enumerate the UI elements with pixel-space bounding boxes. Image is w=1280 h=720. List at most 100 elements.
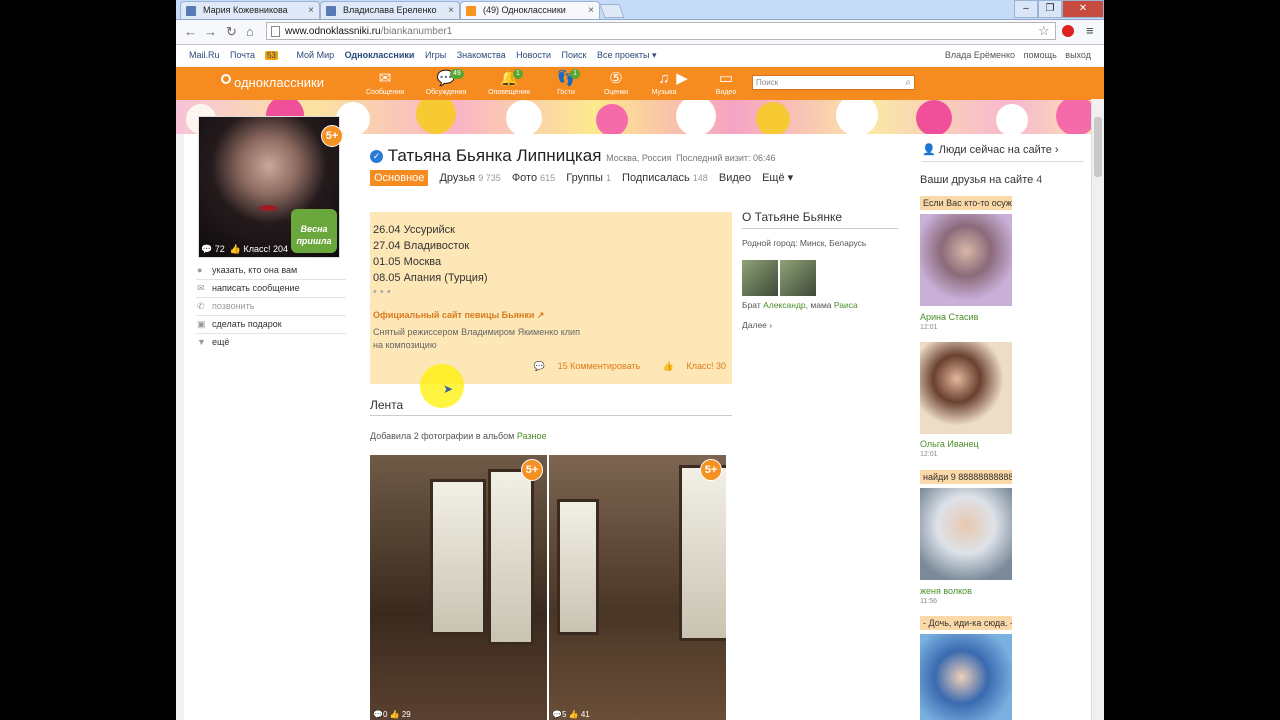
friend-status[interactable]: - Дочь, иди-ка сюда. - xyxy=(920,616,1012,630)
action-call[interactable]: ✆ позвонить xyxy=(196,298,346,316)
tab-subscriptions[interactable]: Подписалась 148 xyxy=(622,172,708,184)
feed-photo[interactable]: 5+ 💬5 👍 41 xyxy=(549,455,726,720)
tab-count: 9 735 xyxy=(478,173,501,183)
address-bar[interactable]: www.odnoklassniki.ru/biankanumber1 xyxy=(266,22,1056,40)
friend-status[interactable]: Если Вас кто-то осуж xyxy=(920,196,1012,210)
reload-icon[interactable]: ↻ xyxy=(226,24,237,40)
nav-label: Обсуждения xyxy=(425,89,467,96)
friend-status[interactable]: найди 9 88888888888 xyxy=(920,470,1012,484)
friend-name[interactable]: Арина Стасив xyxy=(920,312,978,322)
minimize-icon[interactable]: – xyxy=(1014,0,1038,18)
close-tab-icon[interactable]: × xyxy=(448,2,454,19)
nav-guests[interactable]: 👣 1 Гости xyxy=(544,69,588,96)
tab-photos[interactable]: Фото 615 xyxy=(512,172,555,184)
photo-comments[interactable]: 5 xyxy=(562,710,566,719)
portal-link-mail[interactable]: Почта 53 xyxy=(230,50,286,60)
home-icon[interactable]: ⌂ xyxy=(246,24,254,39)
relative-link[interactable]: Александр xyxy=(763,300,806,310)
relative-link[interactable]: Раиса xyxy=(834,300,858,310)
bookmark-star-icon[interactable]: ☆ xyxy=(1038,23,1050,39)
tab-more[interactable]: Ещё ▾ xyxy=(762,172,793,184)
forward-icon[interactable]: → xyxy=(204,24,217,39)
comment-button[interactable]: 💬 15 Комментировать xyxy=(524,361,640,371)
search-input[interactable]: Поиск ⌕ xyxy=(752,75,915,90)
portal-link[interactable]: Все проекты ▾ xyxy=(597,50,657,60)
portal-link[interactable]: Mail.Ru xyxy=(189,50,220,60)
action-message[interactable]: ✉ написать сообщение xyxy=(196,280,346,298)
tab-friends[interactable]: Друзья 9 735 xyxy=(439,172,500,184)
about-more-link[interactable]: Далее › xyxy=(742,320,772,330)
page-scrollbar[interactable] xyxy=(1091,99,1104,720)
avatar-comments[interactable]: 72 xyxy=(215,244,225,254)
browser-tab[interactable]: Мария Кожевникова × xyxy=(180,1,320,19)
portal-link[interactable]: Новости xyxy=(516,50,551,60)
mail-count-badge: 53 xyxy=(265,51,278,60)
search-icon[interactable]: ⌕ xyxy=(905,76,911,89)
nav-video[interactable]: ▭ Видео xyxy=(704,69,748,96)
relative-avatar[interactable] xyxy=(780,260,816,296)
music-play-button[interactable]: ▶ xyxy=(667,69,697,89)
envelope-icon: ✉ xyxy=(197,283,205,293)
close-tab-icon[interactable]: × xyxy=(588,2,594,19)
photo-likes[interactable]: 29 xyxy=(402,710,411,719)
feed-photo[interactable]: 5+ 💬0 👍 29 xyxy=(370,455,547,720)
help-link[interactable]: помощь xyxy=(1024,50,1057,60)
new-tab-button[interactable] xyxy=(599,4,625,18)
current-user-link[interactable]: Влада Ерёменко xyxy=(945,50,1015,60)
photo-comments[interactable]: 0 xyxy=(383,710,387,719)
portal-link-current[interactable]: Одноклассники xyxy=(345,50,415,60)
hometown: Родной город: Минск, Беларусь xyxy=(742,238,867,248)
close-window-icon[interactable]: ✕ xyxy=(1062,0,1104,18)
tab-groups[interactable]: Группы 1 xyxy=(566,172,611,184)
portal-link[interactable]: Поиск xyxy=(562,50,587,60)
status-ellipsis[interactable]: • • • xyxy=(373,286,391,298)
photo-stats: 💬0 👍 29 xyxy=(373,710,411,719)
like-icon: 👍 xyxy=(568,710,579,719)
people-online-link[interactable]: 👤 Люди сейчас на сайте › xyxy=(922,143,1084,162)
profile-actions: ● указать, кто она вам ✉ написать сообщени… xyxy=(196,262,346,351)
portal-link[interactable]: Знакомства xyxy=(457,50,506,60)
avatar-class[interactable]: Класс! 204 xyxy=(244,244,289,254)
friend-avatar[interactable] xyxy=(920,342,1012,434)
portal-link[interactable]: Игры xyxy=(425,50,446,60)
avatar-detail xyxy=(259,205,277,211)
friend-avatar[interactable] xyxy=(920,488,1012,580)
class-button[interactable]: 👍 Класс! 30 xyxy=(653,361,726,371)
youtube-favicon-icon xyxy=(186,6,196,16)
nav-discussions[interactable]: 💬 49 Обсуждения xyxy=(424,69,468,96)
friend-avatar[interactable] xyxy=(920,214,1012,306)
relatives: Брат Александр, мама Раиса xyxy=(742,300,858,310)
nav-ratings[interactable]: ⑤ Оценки xyxy=(594,69,638,96)
extension-icon[interactable] xyxy=(1062,25,1074,37)
nav-count-badge: 1 xyxy=(513,69,523,79)
back-icon[interactable]: ← xyxy=(184,24,197,39)
action-gift[interactable]: ▣ сделать подарок xyxy=(196,316,346,334)
scrollbar-thumb[interactable] xyxy=(1094,117,1102,177)
photo-likes[interactable]: 41 xyxy=(581,710,590,719)
menu-icon[interactable]: ≡ xyxy=(1086,23,1094,38)
feed-entry-prefix: Добавила 2 фотографии в альбом xyxy=(370,431,515,441)
class-label: Класс! 30 xyxy=(686,361,726,371)
relative-avatar[interactable] xyxy=(742,260,778,296)
album-link[interactable]: Разное xyxy=(517,431,547,441)
action-more[interactable]: ▼ ещё xyxy=(196,334,346,351)
comment-icon: 💬 xyxy=(533,361,546,371)
tab-video[interactable]: Видео xyxy=(719,172,751,184)
portal-link[interactable]: Мой Мир xyxy=(296,50,334,60)
nav-messages[interactable]: ✉ Сообщения xyxy=(363,69,407,96)
maximize-icon[interactable]: ❐ xyxy=(1038,0,1062,18)
friend-avatar[interactable] xyxy=(920,634,1012,720)
ok-logo[interactable]: одноклассники xyxy=(218,74,324,90)
friend-name[interactable]: Ольга Иванец xyxy=(920,439,979,449)
official-site-link[interactable]: Официальный сайт певицы Бьянки ↗ xyxy=(373,310,544,321)
friend-name[interactable]: женя волков xyxy=(920,586,972,596)
profile-avatar[interactable]: 5+ Весна пришла 💬 72 👍 Класс! 204 xyxy=(198,116,343,258)
action-relation[interactable]: ● указать, кто она вам xyxy=(196,262,346,280)
tab-main[interactable]: Основное xyxy=(370,170,429,186)
nav-notifications[interactable]: 🔔 1 Оповещения xyxy=(487,69,531,96)
browser-tab-active[interactable]: (49) Одноклассники × xyxy=(460,1,600,19)
nav-count-badge: 1 xyxy=(570,69,580,79)
browser-tab[interactable]: Владислава Ереленко × xyxy=(320,1,460,19)
close-tab-icon[interactable]: × xyxy=(308,2,314,19)
logout-link[interactable]: выход xyxy=(1065,50,1091,60)
